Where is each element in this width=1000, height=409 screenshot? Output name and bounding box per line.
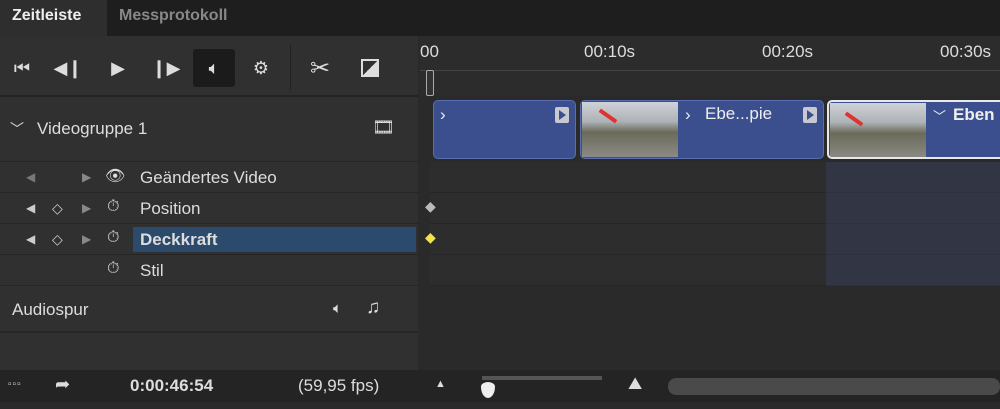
timecode: 0:00:46:54: [130, 376, 214, 395]
audio-track-row[interactable]: Audiospur 🔈︎ ♫: [0, 286, 418, 333]
property-row[interactable]: ⏱︎ Stil: [0, 255, 418, 286]
prev-keyframe-icon[interactable]: ◀: [26, 170, 35, 184]
tab-zeitleiste[interactable]: Zeitleiste: [0, 0, 107, 36]
export-arrow-icon[interactable]: ➦: [55, 374, 70, 395]
property-row[interactable]: ◀ ◇ ▶ ⏱︎ Position: [0, 193, 418, 224]
frames-icon[interactable]: ▫▫▫: [8, 379, 22, 390]
video-group-row[interactable]: ﹀ Videogruppe 1 🎞︎: [0, 97, 418, 162]
tab-messprotokoll[interactable]: Messprotokoll: [107, 0, 260, 36]
clip-thumbnail: [582, 102, 678, 157]
chevron-right-icon[interactable]: ›: [685, 105, 691, 125]
video-group-label: Videogruppe 1: [37, 119, 148, 138]
property-row-selected[interactable]: ◀ ◇ ▶ ⏱︎ Deckkraft: [0, 224, 418, 255]
clip-selected[interactable]: ﹀ Eben: [827, 100, 1000, 159]
gear-icon[interactable]: ⚙: [241, 48, 281, 88]
clip-range-shade: [826, 162, 1000, 286]
ruler-tick: 00:20s: [762, 42, 814, 61]
next-keyframe-icon[interactable]: ▶: [82, 232, 91, 246]
zoom-in-icon[interactable]: ⛰︎: [628, 374, 642, 394]
audio-track-label: Audiospur: [12, 300, 89, 319]
audio-icon[interactable]: 🔈︎: [193, 49, 235, 87]
clip-label: Ebe...pie: [705, 104, 773, 123]
keyframe-icon[interactable]: ◆: [425, 198, 436, 215]
ruler-tick: 00: [420, 42, 439, 61]
next-keyframe-icon[interactable]: ▶: [82, 201, 91, 215]
property-label: Stil: [140, 261, 164, 280]
next-frame-icon[interactable]: ❙▶: [146, 48, 186, 88]
time-ruler[interactable]: 00 00:10s 00:20s 00:30s: [420, 36, 1000, 96]
audio-icon[interactable]: 🔈︎: [333, 300, 342, 317]
prev-keyframe-icon[interactable]: ◀: [26, 232, 35, 246]
status-bar: ▫▫▫ ➦ 0:00:46:54 (59,95 fps) ▲ ⛰︎: [0, 370, 1000, 402]
music-note-icon[interactable]: ♫: [366, 297, 380, 319]
stopwatch-icon[interactable]: ⏱︎: [107, 260, 119, 278]
property-label: Geändertes Video: [140, 168, 277, 187]
chevron-right-icon[interactable]: ›: [440, 105, 446, 125]
zoom-out-icon[interactable]: ▲: [435, 378, 446, 390]
play-icon[interactable]: [555, 107, 569, 123]
keyframe-icon[interactable]: ◇: [52, 231, 63, 248]
ruler-tick: 00:30s: [940, 42, 992, 61]
keyframe-icon[interactable]: ◇: [52, 200, 63, 217]
chevron-down-icon[interactable]: ﹀: [933, 106, 946, 125]
stopwatch-icon[interactable]: ⏱︎: [107, 198, 119, 216]
property-label: Deckkraft: [133, 227, 416, 252]
chevron-down-icon[interactable]: ﹀: [10, 119, 24, 139]
prev-keyframe-icon[interactable]: ◀: [26, 201, 35, 215]
transition-icon[interactable]: [350, 48, 390, 88]
clip[interactable]: › Ebe...pie: [580, 100, 824, 159]
ruler-tick: 00:10s: [584, 42, 636, 61]
horizontal-scrollbar[interactable]: [668, 378, 1000, 395]
zoom-slider[interactable]: [482, 376, 602, 380]
play-icon[interactable]: ▶: [98, 48, 138, 88]
zoom-slider-thumb[interactable]: [481, 382, 495, 398]
film-icon[interactable]: 🎞︎: [372, 117, 395, 138]
play-icon[interactable]: [803, 107, 817, 123]
fps: (59,95 fps): [298, 376, 380, 395]
toolbar-divider: [290, 44, 291, 90]
previous-frame-icon[interactable]: ◀❙: [48, 48, 88, 88]
stopwatch-icon[interactable]: ⏱︎: [107, 229, 119, 247]
scissors-icon[interactable]: ✂: [300, 48, 340, 88]
property-label: Position: [140, 199, 201, 218]
keyframe-selected-icon[interactable]: ◆: [425, 229, 436, 246]
panel-tabs: Zeitleiste Messprotokoll: [0, 0, 1000, 36]
next-keyframe-icon[interactable]: ▶: [82, 170, 91, 184]
clip-thumbnail: [830, 103, 926, 157]
clip-label: Eben: [953, 105, 995, 124]
playhead[interactable]: [426, 70, 434, 96]
eye-icon[interactable]: 👁︎: [105, 166, 125, 186]
clip[interactable]: ›: [433, 100, 576, 159]
property-row[interactable]: ◀ ▶ 👁︎ Geändertes Video: [0, 162, 418, 193]
skip-to-start-icon[interactable]: ⏮: [2, 48, 42, 88]
